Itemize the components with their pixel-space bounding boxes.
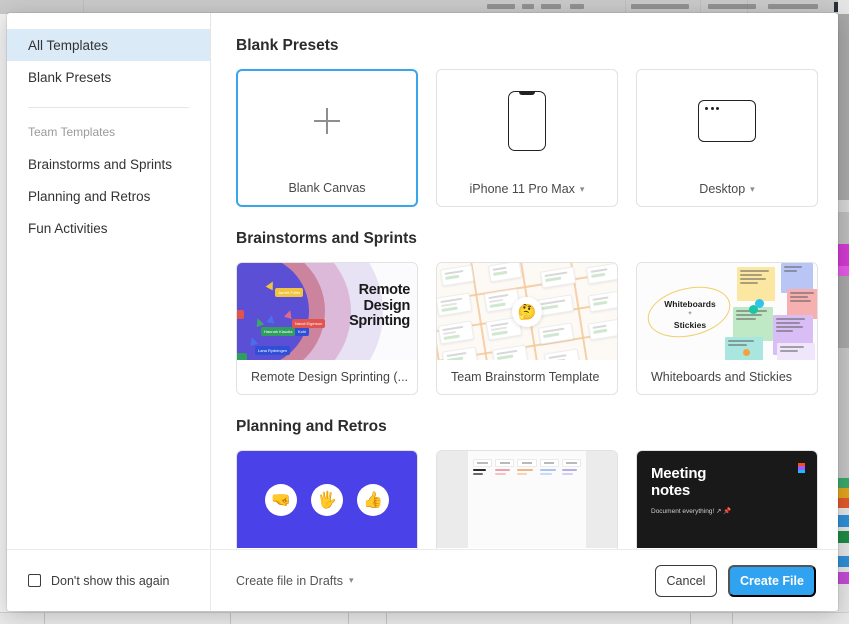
preset-card-label-wrap: Desktop ▾ [637,172,817,206]
preset-art [437,70,617,172]
sidebar-item-all-templates[interactable]: All Templates [7,29,210,61]
background-toolbar [0,0,849,14]
dont-show-again-row[interactable]: Don't show this again [7,550,211,611]
hand-emoji: 👍 [357,483,389,516]
template-gallery[interactable]: Blank Presets Blank Canvas iPhone 11 Pro… [211,13,838,549]
template-thumbnail: 🤔 [437,263,617,360]
figma-logo-icon [798,463,805,474]
planning-grid-header-row [473,459,582,489]
section-planning-and-retros: Planning and Retros 🤜 🖐️ 👍 Meeting notes… [236,418,838,549]
thumbnail-title: Whiteboards + Stickies [664,299,716,330]
sidebar-item-blank-presets[interactable]: Blank Presets [7,61,210,93]
template-card-label [237,548,417,549]
section-title: Planning and Retros [236,418,387,435]
thumbnail-subtitle: Document everything! ↗ 📌 [651,508,732,515]
section-title: Blank Presets [236,37,339,54]
cursor-tag: Hannah Klaudia [261,327,296,336]
preset-card-label-wrap: Blank Canvas [238,171,416,205]
preset-card-iphone-11-pro-max[interactable]: iPhone 11 Pro Max ▾ [436,69,618,207]
thinking-face-emoji: 🤔 [512,296,542,327]
dialog-body: All Templates Blank Presets Team Templat… [7,13,838,549]
template-card-planning-grid[interactable] [436,450,618,549]
create-file-button[interactable]: Create File [728,564,816,597]
phone-icon [508,91,546,151]
hand-emoji: 🖐️ [311,483,343,516]
template-thumbnail [437,451,617,548]
template-card-row: Jarrett Fuller Hannah Klaudia Kohl Navot… [236,262,838,395]
dialog-footer: Don't show this again Create file in Dra… [7,549,838,611]
planning-grid-header [473,459,493,467]
cursor-tag: Kohl [295,327,309,336]
template-card-label [437,548,617,549]
cancel-button[interactable]: Cancel [655,564,717,597]
thumbnail-title: Remote Design Sprinting [349,282,410,329]
template-card-whiteboards-and-stickies[interactable]: Whiteboards + Stickies Whiteboards and S… [636,262,818,395]
template-card-label: Remote Design Sprinting (... [251,370,409,384]
section-brainstorms-and-sprints: Brainstorms and Sprints Jarrett Fuller H… [236,230,838,395]
new-file-template-dialog: All Templates Blank Presets Team Templat… [7,13,838,611]
planning-grid-header [495,459,515,467]
preset-art [238,71,416,171]
plus-icon [314,108,340,134]
thumbnail-title: Meeting notes [651,465,707,499]
dont-show-again-checkbox[interactable] [28,574,41,587]
preset-card-label-wrap: iPhone 11 Pro Max ▾ [437,172,617,206]
cursor-tag: Lana Rydningen [255,346,291,355]
sidebar-item-planning-and-retros[interactable]: Planning and Retros [7,180,210,212]
planning-grid-header [539,459,559,467]
preset-card-blank-canvas[interactable]: Blank Canvas [236,69,418,207]
template-card-label: Team Brainstorm Template [451,370,600,384]
template-card-label: Whiteboards and Stickies [651,370,793,384]
planning-grid-header [561,459,582,467]
template-thumbnail: Jarrett Fuller Hannah Klaudia Kohl Navot… [237,263,417,360]
sidebar-item-brainstorms-and-sprints[interactable]: Brainstorms and Sprints [7,148,210,180]
section-blank-presets: Blank Presets Blank Canvas iPhone 11 Pro… [236,37,838,207]
planning-grid-header [517,459,537,467]
template-card-remote-design-sprinting[interactable]: Jarrett Fuller Hannah Klaudia Kohl Navot… [236,262,418,395]
chevron-down-icon[interactable]: ▾ [580,184,585,194]
template-card-row: 🤜 🖐️ 👍 Meeting notes Document everything… [236,450,838,549]
footer-actions: Create file in Drafts ▾ Cancel Create Fi… [211,550,838,611]
background-right-panel [838,0,849,624]
desktop-window-icon [698,100,756,142]
sidebar-item-label: Fun Activities [28,220,108,236]
template-sidebar: All Templates Blank Presets Team Templat… [7,13,211,549]
create-file-location-label: Create file in Drafts [236,573,343,588]
dont-show-again-label: Don't show this again [51,573,170,588]
template-card-team-brainstorm[interactable]: 🤔 Team Brainstorm Template [436,262,618,395]
sidebar-item-fun-activities[interactable]: Fun Activities [7,212,210,244]
template-card-meeting-notes[interactable]: Meeting notes Document everything! ↗ 📌 [636,450,818,549]
section-title: Brainstorms and Sprints [236,230,417,247]
template-card-label [637,548,817,549]
preset-card-row: Blank Canvas iPhone 11 Pro Max ▾ Desktop… [236,69,838,207]
sidebar-group-team-templates: Team Templates [28,125,116,139]
sidebar-divider [28,107,189,108]
preset-card-desktop[interactable]: Desktop ▾ [636,69,818,207]
template-card-retro-hands[interactable]: 🤜 🖐️ 👍 [236,450,418,549]
screen: All Templates Blank Presets Team Templat… [0,0,849,624]
template-thumbnail: Whiteboards + Stickies [637,263,817,360]
template-thumbnail: 🤜 🖐️ 👍 [237,451,417,548]
preset-art [637,70,817,172]
preset-card-label: iPhone 11 Pro Max [469,182,575,196]
cursor-tag: Jarrett Fuller [275,288,304,297]
chevron-down-icon[interactable]: ▾ [349,576,354,585]
background-statusbar [0,612,849,624]
planning-grid [468,451,586,548]
cursor-tag: Navot Eigerson [292,319,326,328]
create-file-location-dropdown[interactable]: Create file in Drafts ▾ [236,574,354,588]
sidebar-item-label: All Templates [28,37,109,53]
preset-card-label: Desktop [699,182,746,196]
sidebar-item-label: Planning and Retros [28,188,151,204]
template-thumbnail: Meeting notes Document everything! ↗ 📌 [637,451,817,548]
sidebar-item-label: Blank Presets [28,69,112,85]
hand-emoji: 🤜 [265,483,297,516]
sidebar-item-label: Brainstorms and Sprints [28,156,173,172]
preset-card-label: Blank Canvas [288,181,366,195]
chevron-down-icon[interactable]: ▾ [750,184,755,194]
